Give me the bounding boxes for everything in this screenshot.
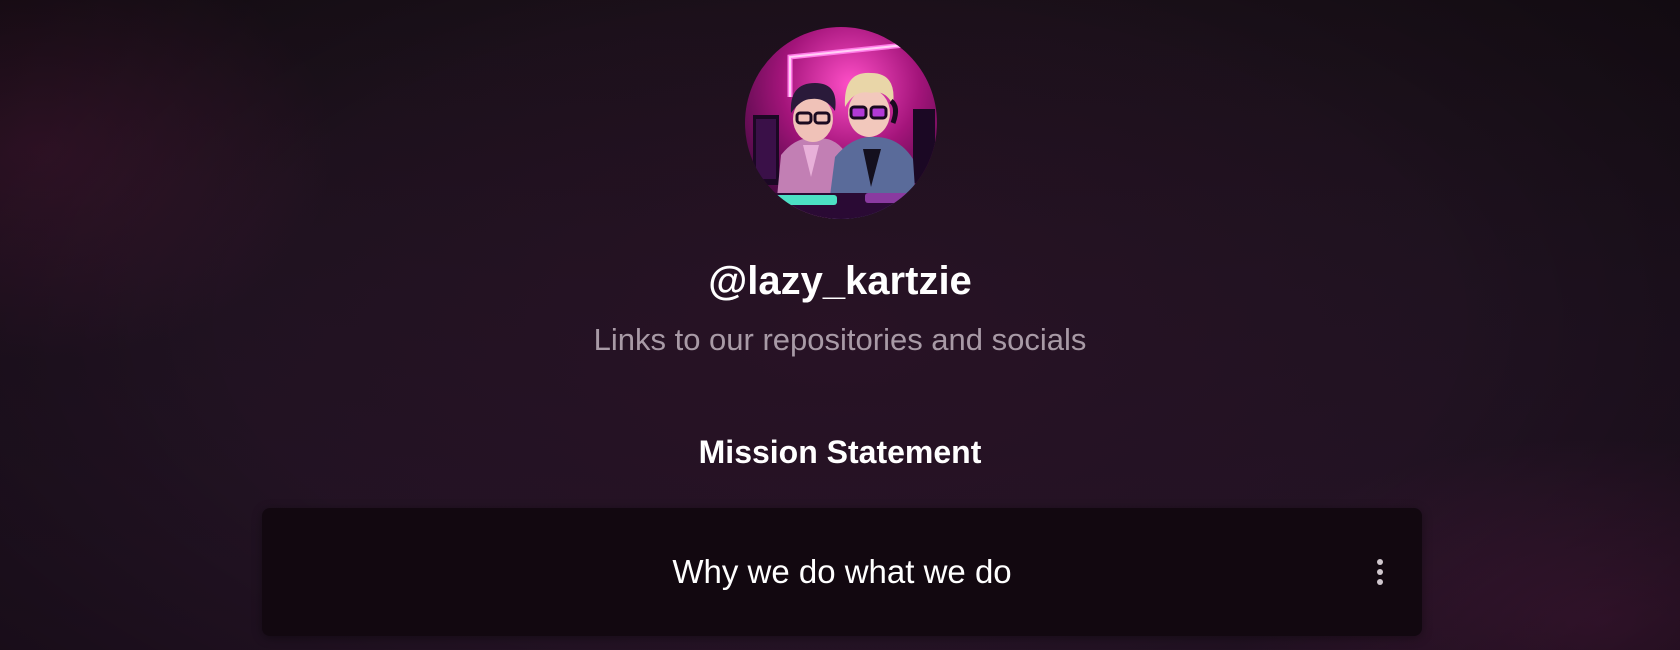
more-options-button[interactable] — [1360, 552, 1400, 592]
link-card-label: Why we do what we do — [672, 553, 1012, 590]
avatar-illustration — [745, 27, 937, 219]
profile-bio: Links to our repositories and socials — [593, 322, 1087, 357]
link-card-why-we-do-what-we-do[interactable]: Why we do what we do — [262, 508, 1422, 636]
more-vertical-icon-dot — [1377, 569, 1383, 575]
more-vertical-icon-dot — [1377, 559, 1383, 565]
profile-username: @lazy_kartzie — [708, 259, 972, 303]
avatar[interactable] — [745, 27, 937, 219]
more-vertical-icon-dot — [1377, 579, 1383, 585]
section-heading-mission-statement: Mission Statement — [698, 434, 982, 470]
